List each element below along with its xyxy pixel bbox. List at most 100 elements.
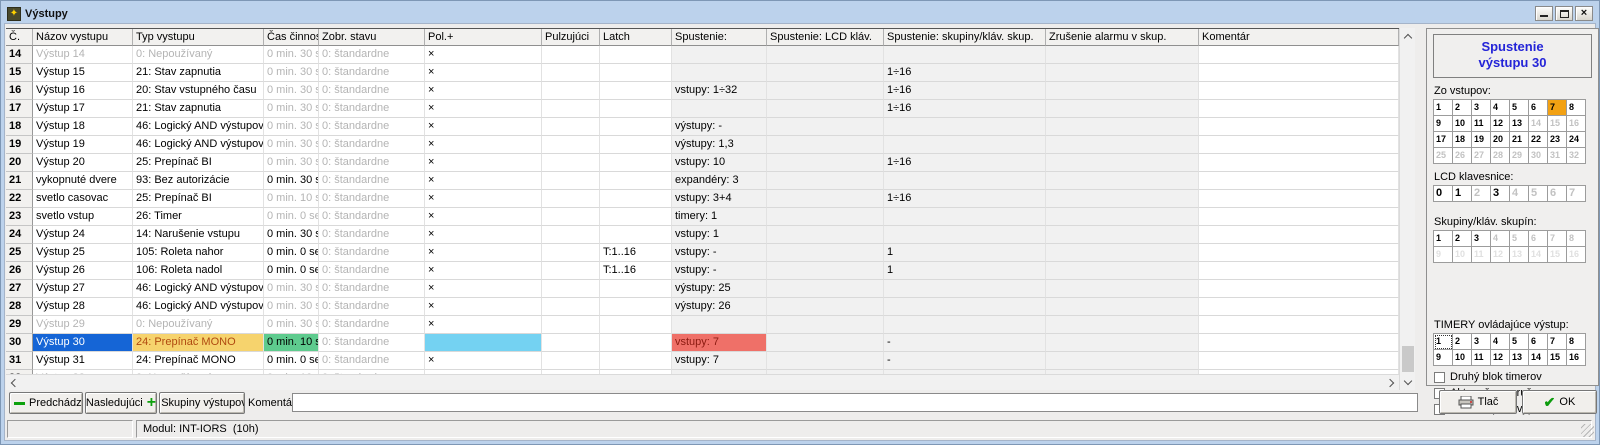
cell-comment[interactable]: [1199, 172, 1399, 190]
grid-cell[interactable]: 4: [1491, 334, 1510, 350]
cell-status-display[interactable]: 0: štandardne: [319, 280, 425, 298]
cell-number[interactable]: 24: [6, 226, 33, 244]
grid-cell[interactable]: 10: [1453, 247, 1472, 263]
cell-status-display[interactable]: 0: štandardne: [319, 298, 425, 316]
cell-number[interactable]: 31: [6, 352, 33, 370]
cell-comment[interactable]: [1199, 154, 1399, 172]
scroll-left-button[interactable]: [6, 375, 22, 391]
cell-trigger-groups[interactable]: 1: [884, 244, 1046, 262]
cell-trigger-lcd[interactable]: [767, 316, 884, 334]
grid-cell[interactable]: 1: [1453, 186, 1472, 202]
cell-latch[interactable]: [600, 118, 672, 136]
grid-cell[interactable]: 9: [1434, 116, 1453, 132]
cell-pulsing[interactable]: [542, 100, 600, 118]
cell-trigger[interactable]: vstupy: 3+4: [672, 190, 767, 208]
cell-trigger-groups[interactable]: [884, 172, 1046, 190]
cell-polarity[interactable]: ×: [425, 262, 542, 280]
cell-number[interactable]: 18: [6, 118, 33, 136]
cell-status-display[interactable]: 0: štandardne: [319, 262, 425, 280]
cell-polarity[interactable]: ×: [425, 136, 542, 154]
cell-status-display[interactable]: 0: štandardne: [319, 172, 425, 190]
cell-polarity[interactable]: ×: [425, 226, 542, 244]
cell-time[interactable]: 0 min. 0 sek.: [264, 262, 319, 280]
cell-alarm-clear[interactable]: [1046, 352, 1199, 370]
cell-trigger-groups[interactable]: [884, 226, 1046, 244]
cell-type[interactable]: 105: Roleta nahor: [133, 244, 264, 262]
cell-name[interactable]: Výstup 19: [33, 136, 133, 154]
cell-time[interactable]: 0 min. 0 sek.: [264, 208, 319, 226]
vertical-scroll-thumb[interactable]: [1402, 346, 1414, 372]
grid-cell[interactable]: 3: [1472, 334, 1491, 350]
grid-cell[interactable]: 23: [1548, 132, 1567, 148]
ok-button[interactable]: ✔ OK: [1522, 390, 1597, 414]
cell-trigger-lcd[interactable]: [767, 46, 884, 64]
cell-number[interactable]: 27: [6, 280, 33, 298]
cell-alarm-clear[interactable]: [1046, 208, 1199, 226]
cell-pulsing[interactable]: [542, 118, 600, 136]
cell-trigger-lcd[interactable]: [767, 136, 884, 154]
cell-trigger-groups[interactable]: 1÷16: [884, 154, 1046, 172]
cell-trigger-groups[interactable]: 1÷16: [884, 190, 1046, 208]
cell-type[interactable]: 14: Narušenie vstupu: [133, 226, 264, 244]
cell-trigger-groups[interactable]: [884, 208, 1046, 226]
cell-trigger[interactable]: [672, 316, 767, 334]
cell-name[interactable]: Výstup 16: [33, 82, 133, 100]
cell-time[interactable]: 0 min. 30 sek.: [264, 172, 319, 190]
grid-cell[interactable]: 5: [1510, 100, 1529, 116]
print-button[interactable]: Tlač: [1439, 390, 1517, 414]
cell-pulsing[interactable]: [542, 244, 600, 262]
cell-type[interactable]: 24: Prepínač MONO: [133, 334, 264, 352]
cell-time[interactable]: 0 min. 30 sek.: [264, 100, 319, 118]
cell-number[interactable]: 25: [6, 244, 33, 262]
grid-cell[interactable]: 2: [1453, 231, 1472, 247]
cell-latch[interactable]: [600, 64, 672, 82]
cell-polarity[interactable]: ×: [425, 316, 542, 334]
grid-cell[interactable]: 8: [1567, 334, 1586, 350]
cell-trigger-lcd[interactable]: [767, 352, 884, 370]
cell-comment[interactable]: [1199, 208, 1399, 226]
cell-name[interactable]: Výstup 26: [33, 262, 133, 280]
cell-time[interactable]: 0 min. 30 sek.: [264, 46, 319, 64]
grid-cell[interactable]: 4: [1491, 231, 1510, 247]
grid-cell[interactable]: 6: [1529, 334, 1548, 350]
cell-status-display[interactable]: 0: štandardne: [319, 226, 425, 244]
horizontal-scrollbar[interactable]: [6, 374, 1399, 390]
cell-name[interactable]: Výstup 18: [33, 118, 133, 136]
cell-latch[interactable]: [600, 334, 672, 352]
cell-time[interactable]: 0 min. 30 sek.: [264, 118, 319, 136]
grid-cell[interactable]: 3: [1472, 231, 1491, 247]
grid-cell[interactable]: 5: [1529, 186, 1548, 202]
cell-time[interactable]: 0 min. 30 sek.: [264, 316, 319, 334]
cell-trigger-lcd[interactable]: [767, 208, 884, 226]
cell-comment[interactable]: [1199, 82, 1399, 100]
cell-polarity[interactable]: [425, 334, 542, 352]
scroll-right-button[interactable]: [1383, 375, 1399, 391]
cell-pulsing[interactable]: [542, 334, 600, 352]
cell-alarm-clear[interactable]: [1046, 244, 1199, 262]
cell-time[interactable]: 0 min. 30 sek.: [264, 298, 319, 316]
checkbox[interactable]: [1434, 372, 1445, 383]
cell-pulsing[interactable]: [542, 46, 600, 64]
cell-time[interactable]: 0 min. 10 sek.: [264, 190, 319, 208]
cell-time[interactable]: 0 min. 30 sek.: [264, 82, 319, 100]
cell-trigger-groups[interactable]: [884, 316, 1046, 334]
cell-latch[interactable]: [600, 82, 672, 100]
output-groups-button[interactable]: Skupiny výstupov: [159, 392, 245, 414]
cell-polarity[interactable]: ×: [425, 100, 542, 118]
grid-cell[interactable]: 9: [1434, 350, 1453, 366]
grid-cell[interactable]: 4: [1510, 186, 1529, 202]
grid-cell[interactable]: 15: [1548, 350, 1567, 366]
cell-trigger[interactable]: timery: 1: [672, 208, 767, 226]
cell-polarity[interactable]: ×: [425, 82, 542, 100]
cell-pulsing[interactable]: [542, 352, 600, 370]
cell-type[interactable]: 0: Nepoužívaný: [133, 316, 264, 334]
cell-name[interactable]: svetlo vstup: [33, 208, 133, 226]
grid-cell[interactable]: 21: [1510, 132, 1529, 148]
grid-cell[interactable]: 6: [1529, 100, 1548, 116]
cell-time[interactable]: 0 min. 30 sek.: [264, 154, 319, 172]
cell-type[interactable]: 21: Stav zapnutia: [133, 100, 264, 118]
cell-latch[interactable]: [600, 208, 672, 226]
cell-alarm-clear[interactable]: [1046, 226, 1199, 244]
cell-latch[interactable]: [600, 226, 672, 244]
grid-cell[interactable]: 16: [1567, 350, 1586, 366]
